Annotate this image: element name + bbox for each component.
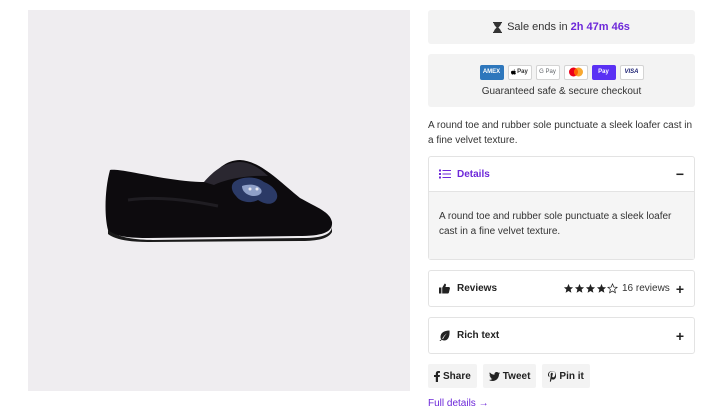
twitter-share-label: Tweet: [502, 370, 531, 382]
star-filled-icon: [585, 283, 596, 293]
product-description: A round toe and rubber sole punctuate a …: [428, 120, 693, 146]
expand-icon[interactable]: +: [676, 329, 684, 343]
rich-text-header[interactable]: Rich text +: [429, 318, 694, 353]
reviews-header[interactable]: Reviews 16 reviews +: [429, 271, 694, 306]
mastercard-icon: [563, 64, 588, 80]
leaf-icon: [439, 330, 451, 342]
facebook-icon: [434, 370, 440, 382]
facebook-share-button[interactable]: Share: [428, 364, 477, 388]
collapse-icon[interactable]: −: [676, 167, 684, 181]
star-filled-icon: [574, 283, 585, 293]
velvet-loafer-image: [105, 160, 333, 242]
apple-pay-label: Pay: [517, 69, 528, 75]
rich-text-accordion: Rich text +: [428, 317, 695, 354]
twitter-share-button[interactable]: Tweet: [482, 364, 537, 388]
product-info: Sale ends in 2h 47m 46s AMEX Pay G Pay P…: [428, 10, 695, 407]
list-icon: [439, 168, 451, 180]
facebook-share-label: Share: [443, 370, 471, 382]
details-header[interactable]: Details −: [429, 157, 694, 192]
sale-countdown: Sale ends in 2h 47m 46s: [428, 10, 695, 44]
amex-icon: AMEX: [479, 64, 504, 80]
payment-icons: AMEX Pay G Pay Pay VISA: [479, 64, 644, 80]
details-title: Details: [457, 168, 490, 180]
visa-icon: VISA: [619, 64, 644, 80]
hourglass-icon: [493, 21, 503, 33]
pinterest-icon: [548, 370, 557, 382]
details-accordion: Details − A round toe and rubber sole pu…: [428, 156, 695, 260]
payment-methods: AMEX Pay G Pay Pay VISA Guaranteed safe …: [428, 54, 695, 107]
sale-timer: 2h 47m 46s: [570, 21, 630, 33]
reviews-accordion: Reviews 16 reviews +: [428, 270, 695, 307]
details-content: A round toe and rubber sole punctuate a …: [429, 192, 694, 259]
shop-pay-icon: Pay: [591, 64, 616, 80]
pinterest-share-label: Pin it: [559, 370, 584, 382]
google-pay-icon: G Pay: [535, 64, 560, 80]
thumbs-up-icon: [439, 283, 451, 295]
checkout-guarantee: Guaranteed safe & secure checkout: [481, 85, 642, 97]
full-details-link[interactable]: Full details →: [428, 398, 489, 407]
share-buttons: Share Tweet Pin it: [428, 364, 695, 388]
pinterest-share-button[interactable]: Pin it: [542, 364, 590, 388]
rich-text-title: Rich text: [457, 330, 500, 341]
reviews-title: Reviews: [457, 283, 498, 294]
expand-icon[interactable]: +: [676, 282, 684, 296]
star-empty-icon: [607, 283, 618, 294]
sale-label: Sale ends in: [507, 21, 568, 33]
product-image[interactable]: [28, 10, 410, 391]
apple-pay-icon: Pay: [507, 64, 532, 80]
review-count: 16 reviews: [622, 283, 670, 294]
star-rating: [563, 283, 618, 294]
star-filled-icon: [596, 283, 607, 293]
star-filled-icon: [563, 283, 574, 293]
twitter-icon: [488, 371, 500, 381]
